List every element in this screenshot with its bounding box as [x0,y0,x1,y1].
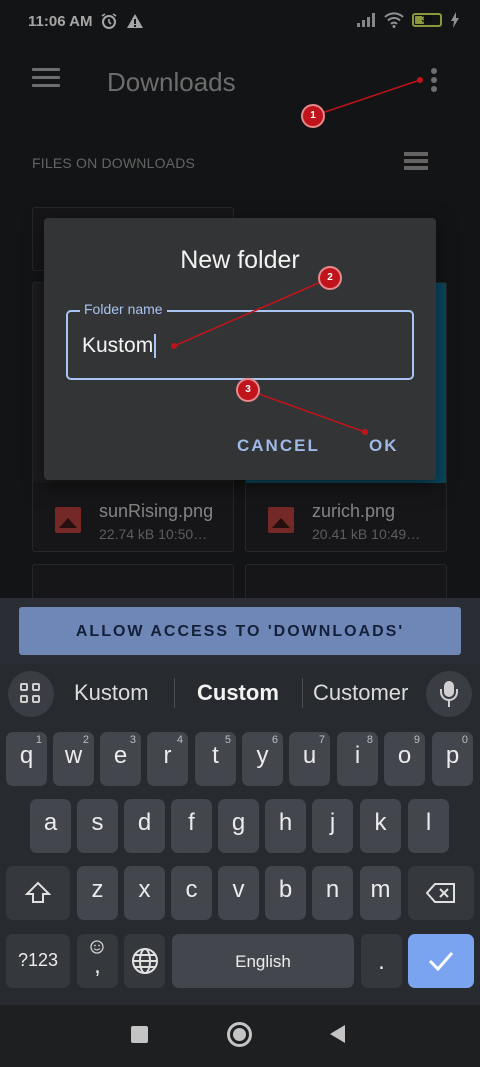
key-g[interactable]: g [218,799,259,853]
check-icon [428,952,454,972]
home-icon[interactable] [227,1022,252,1047]
field-label: Folder name [80,301,167,317]
key-n[interactable]: n [312,866,353,920]
new-folder-dialog: New folder Folder name Kustom CANCEL OK [44,218,436,480]
folder-name-field[interactable]: Folder name Kustom [66,301,414,380]
key-o[interactable]: 9o [384,732,425,786]
ok-button[interactable]: OK [369,436,399,456]
shift-icon [24,881,52,903]
suggestion-item[interactable]: Kustom [74,680,149,706]
key-m[interactable]: m [360,866,401,920]
soft-keyboard: Kustom Custom Customer 1q 2w 3e 4r 5t 6y… [0,664,480,1005]
key-j[interactable]: j [312,799,353,853]
annotation-badge-2: 2 [320,268,340,288]
suggestion-divider [302,678,303,708]
key-k[interactable]: k [360,799,401,853]
key-p[interactable]: 0p [432,732,473,786]
key-t[interactable]: 5t [195,732,236,786]
key-q[interactable]: 1q [6,732,47,786]
key-r[interactable]: 4r [147,732,188,786]
key-d[interactable]: d [124,799,165,853]
key-x[interactable]: x [124,866,165,920]
annotation-badge-3: 3 [238,380,258,400]
dialog-title: New folder [180,246,300,274]
annotation-badge-1: 1 [303,106,323,126]
recent-apps-icon[interactable] [131,1026,148,1043]
key-a[interactable]: a [30,799,71,853]
backspace-icon [425,883,455,903]
period-key[interactable]: . [361,934,402,988]
key-l[interactable]: l [408,799,449,853]
globe-icon [131,948,158,974]
input-text: Kustom [82,334,154,357]
system-nav-bar [0,1005,480,1067]
folder-name-input[interactable]: Kustom [82,334,157,359]
backspace-key[interactable] [408,866,474,920]
key-i[interactable]: 8i [337,732,378,786]
key-w[interactable]: 2w [53,732,94,786]
access-banner: ALLOW ACCESS TO 'DOWNLOADS' [0,598,480,664]
key-h[interactable]: h [265,799,306,853]
key-z[interactable]: z [77,866,118,920]
microphone-icon[interactable] [426,671,472,717]
symbols-key[interactable]: ?123 [6,934,70,988]
suggestion-divider [174,678,175,708]
space-key[interactable]: English [172,934,354,988]
key-c[interactable]: c [171,866,212,920]
suggestion-item[interactable]: Customer [313,680,408,706]
cancel-button[interactable]: CANCEL [237,436,320,456]
suggestion-item[interactable]: Custom [197,680,279,706]
text-caret [154,334,157,359]
key-f[interactable]: f [171,799,212,853]
back-icon[interactable] [330,1025,345,1043]
allow-access-button[interactable]: ALLOW ACCESS TO 'DOWNLOADS' [19,607,461,655]
language-key[interactable] [124,934,165,988]
key-u[interactable]: 7u [289,732,330,786]
key-y[interactable]: 6y [242,732,283,786]
key-e[interactable]: 3e [100,732,141,786]
apps-grid-icon[interactable] [8,671,54,717]
key-s[interactable]: s [77,799,118,853]
emoji-comma-key[interactable]: , [77,934,118,988]
shift-key[interactable] [6,866,70,920]
enter-key[interactable] [408,934,474,988]
key-b[interactable]: b [265,866,306,920]
key-v[interactable]: v [218,866,259,920]
suggestion-bar: Kustom Custom Customer [0,664,480,722]
